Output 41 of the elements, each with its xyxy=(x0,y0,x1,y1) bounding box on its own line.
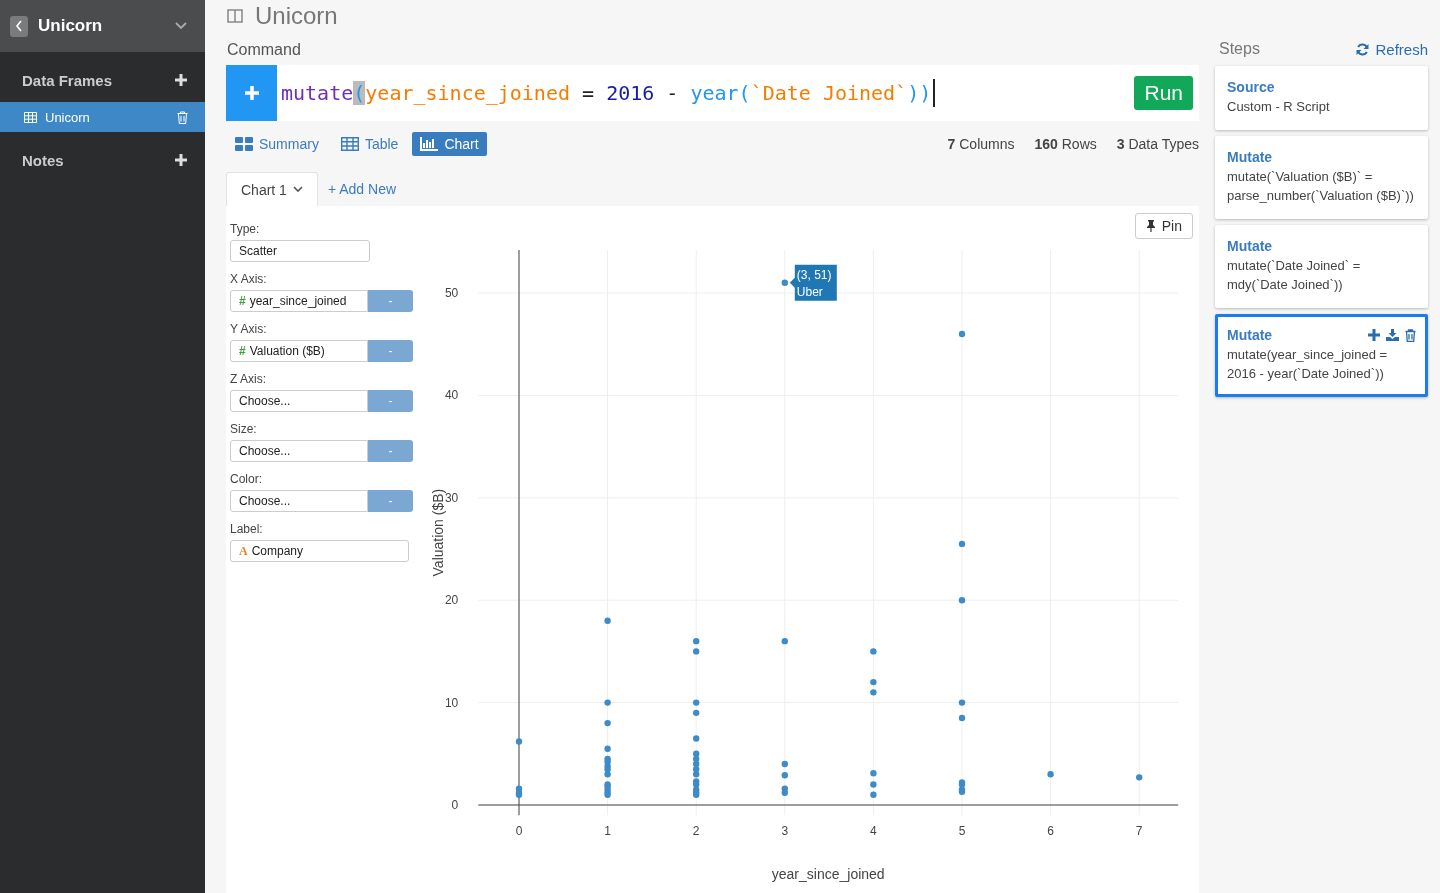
data-stat: 7 Columns xyxy=(947,136,1015,152)
project-title: Unicorn xyxy=(38,16,104,36)
field-label: Type: xyxy=(230,222,261,236)
x-tick-label: 0 xyxy=(515,824,523,839)
section-title: Notes xyxy=(22,151,64,169)
step-title: Mutate xyxy=(1227,149,1273,165)
y-tick-label: 20 xyxy=(444,593,459,608)
field-label: Color: xyxy=(230,472,263,486)
step-code: mutate(`Date Joined` = mdy(`Date Joined`)) xyxy=(1227,257,1362,294)
field-label: Z Axis: xyxy=(230,372,267,386)
data-stat: 3 Data Types xyxy=(1116,136,1199,152)
tooltip-text: Uber xyxy=(796,284,823,299)
x-tick-label: 6 xyxy=(1047,824,1054,839)
step-title: Mutate xyxy=(1227,327,1273,343)
section-title: Data Frames xyxy=(22,71,113,89)
step-code: mutate(`Valuation ($B)` = parse_number(`Valuation ($B)`)) xyxy=(1227,168,1415,205)
y-tick-label: 40 xyxy=(444,388,459,403)
field-label: Label: xyxy=(230,522,264,536)
y-tick-label: 50 xyxy=(444,286,459,300)
tooltip-text: (3, 51) xyxy=(796,267,832,282)
x-axis-title: year_since_joined xyxy=(771,866,885,882)
x-tick-label: 3 xyxy=(781,824,789,839)
data-stat: 160 Rows xyxy=(1034,136,1097,152)
x-tick-label: 1 xyxy=(604,824,611,839)
step-code: mutate(year_since_joined = 2016 - year(`Date Joined`)) xyxy=(1227,346,1389,383)
x-tick-label: 7 xyxy=(1135,824,1143,839)
page-title: Unicorn xyxy=(255,2,338,30)
step-code: Custom - R Script xyxy=(1227,98,1331,116)
y-tick-label: 10 xyxy=(444,695,459,710)
x-tick-label: 5 xyxy=(958,824,966,839)
field-label: Y Axis: xyxy=(230,322,268,336)
step-title: Mutate xyxy=(1227,238,1273,254)
x-tick-label: 2 xyxy=(692,824,700,839)
field-label: X Axis: xyxy=(230,272,268,286)
steps-title: Steps xyxy=(1219,40,1260,58)
x-tick-label: 4 xyxy=(870,824,877,839)
step-title: Source xyxy=(1227,79,1275,95)
y-tick-label: 0 xyxy=(451,798,459,812)
y-axis-title: Valuation ($B) xyxy=(430,488,446,577)
field-label: Size: xyxy=(230,422,258,436)
command-label: Command xyxy=(227,41,302,59)
